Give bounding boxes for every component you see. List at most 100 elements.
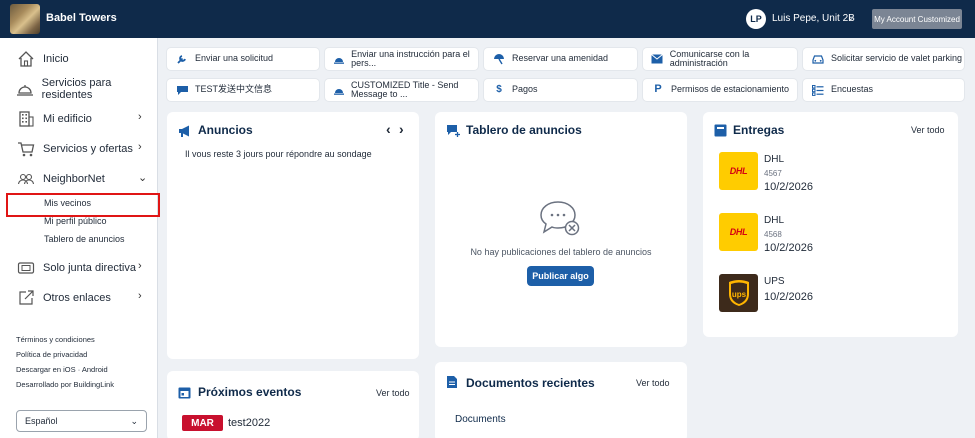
download-apps-link[interactable]: Descargar en iOS · Android (16, 365, 108, 374)
top-bar: Babel Towers LP Luis Pepe, Unit 2B ⌄ My … (0, 0, 975, 38)
list-icon (811, 84, 825, 96)
quick-action-label: Enviar una solicitud (195, 53, 274, 64)
no-posts-icon (538, 200, 582, 241)
sidebar-item-label: Inicio (43, 53, 69, 65)
chevron-right-icon[interactable]: › (399, 121, 404, 137)
announcement-text[interactable]: Il vous reste 3 jours pour répondre au s… (185, 149, 372, 159)
delivery-date: 10/2/2026 (764, 242, 813, 254)
sidebar-item-label: Servicios para residentes (41, 77, 112, 101)
quick-action-label: Reservar una amenidad (512, 53, 609, 64)
delivery-carrier[interactable]: DHL (764, 215, 784, 226)
sidebar-item-label: NeighborNet (43, 173, 105, 185)
chevron-right-icon[interactable]: › (138, 141, 142, 153)
umbrella-icon (492, 53, 506, 65)
announcements-card: Anuncios ‹ › Il vous reste 3 jours pour … (167, 112, 419, 359)
terms-link[interactable]: Términos y condiciones (16, 335, 95, 344)
chevron-down-icon[interactable]: ⌄ (847, 12, 855, 23)
quick-action-label: Encuestas (831, 84, 874, 95)
sidebar-item-inicio[interactable]: Inicio (16, 48, 69, 70)
quick-action-comunicarse[interactable]: Comunicarse con la administración (643, 48, 797, 70)
bulletin-board-card: Tablero de anuncios No hay publicaciones… (435, 112, 687, 347)
quick-action-encuestas[interactable]: Encuestas (803, 79, 964, 101)
quick-action-valet[interactable]: Solicitar servicio de valet parking (803, 48, 964, 70)
external-link-icon (16, 288, 36, 308)
sidebar-item-servicios-residentes[interactable]: Servicios para residentes (16, 77, 157, 101)
documents-title: Documentos recientes (466, 376, 595, 390)
no-posts-message: No hay publicaciones del tablero de anun… (470, 247, 652, 257)
sidebar-item-label: Mi edificio (43, 113, 92, 125)
events-card: Próximos eventos Ver todo MAR test2022 (167, 371, 419, 438)
announcements-title: Anuncios (198, 123, 253, 137)
language-select[interactable]: Español ⌄ (16, 410, 147, 432)
concierge-bell-icon (16, 79, 35, 99)
powered-by-link[interactable]: Desarrollado por BuildingLink (16, 380, 114, 389)
chat-icon (175, 85, 189, 96)
quick-action-pagos[interactable]: $ Pagos (484, 79, 637, 101)
documents-card: Documentos recientes Ver todo Documents (435, 362, 687, 438)
quick-action-label: TEST发送中文信息 (195, 84, 273, 95)
language-value: Español (25, 416, 58, 426)
quick-action-label: Permisos de estacionamiento (671, 84, 790, 95)
events-title: Próximos eventos (198, 385, 302, 399)
chevron-right-icon[interactable]: › (138, 111, 142, 123)
privacy-link[interactable]: Política de privacidad (16, 350, 87, 359)
delivery-tracking: 4567 (764, 169, 782, 178)
post-something-button[interactable]: Publicar algo (527, 266, 594, 286)
sidebar-subitem-mi-perfil[interactable]: Mi perfil público (44, 216, 107, 226)
sidebar-subitem-tablero[interactable]: Tablero de anuncios (44, 234, 125, 244)
user-avatar[interactable]: LP (746, 9, 766, 29)
wrench-icon (175, 53, 189, 65)
deliveries-see-all-link[interactable]: Ver todo (911, 125, 945, 135)
sidebar-item-servicios-ofertas[interactable]: Servicios y ofertas (16, 138, 133, 160)
sidebar-item-junta-directiva[interactable]: Solo junta directiva (16, 257, 136, 279)
quick-action-enviar-solicitud[interactable]: Enviar una solicitud (167, 48, 319, 70)
delivery-carrier[interactable]: DHL (764, 154, 784, 165)
quick-action-label: Pagos (512, 84, 538, 95)
events-see-all-link[interactable]: Ver todo (376, 388, 410, 398)
delivery-date: 10/2/2026 (764, 291, 813, 303)
sidebar-item-label: Servicios y ofertas (43, 143, 133, 155)
user-name[interactable]: Luis Pepe, Unit 2B (772, 13, 855, 24)
chevron-down-icon[interactable]: ⌄ (138, 171, 147, 184)
chevron-right-icon[interactable]: › (138, 290, 142, 302)
sidebar-item-mi-edificio[interactable]: Mi edificio (16, 108, 92, 130)
parking-icon: P (654, 83, 662, 96)
quick-action-permisos[interactable]: P Permisos de estacionamiento (643, 79, 797, 101)
calendar-icon (178, 386, 192, 400)
delivery-carrier[interactable]: UPS (764, 276, 785, 287)
delivery-tracking: 4568 (764, 230, 782, 239)
chat-add-icon (446, 124, 460, 138)
package-icon (714, 124, 728, 138)
my-account-button[interactable]: My Account Customized (872, 9, 962, 29)
dhl-logo: DHL (719, 152, 758, 190)
quick-action-label: Enviar una instrucción para el pers... (351, 48, 470, 68)
quick-action-test-chinese[interactable]: TEST发送中文信息 (167, 79, 319, 101)
sidebar: Inicio Servicios para residentes Mi edif… (0, 38, 158, 438)
document-category[interactable]: Documents (455, 414, 506, 425)
delivery-date: 10/2/2026 (764, 181, 813, 193)
deliveries-card: Entregas Ver todo DHL DHL 4567 10/2/2026… (703, 112, 958, 337)
chevron-left-icon[interactable]: ‹ (386, 121, 391, 137)
folder-icon (16, 258, 36, 278)
megaphone-icon (178, 124, 192, 138)
building-name[interactable]: Babel Towers (46, 12, 117, 24)
sidebar-item-otros-enlaces[interactable]: Otros enlaces (16, 287, 111, 309)
svg-text:ups: ups (731, 290, 746, 299)
deliveries-title: Entregas (733, 123, 785, 137)
cart-icon (16, 139, 36, 159)
chevron-down-icon: ⌄ (130, 415, 138, 426)
chevron-right-icon[interactable]: › (138, 260, 142, 272)
quick-action-customized[interactable]: CUSTOMIZED Title - Send Message to ... (325, 79, 478, 101)
quick-action-instruccion[interactable]: Enviar una instrucción para el pers... (325, 48, 478, 70)
dhl-logo: DHL (719, 213, 758, 251)
sidebar-item-label: Otros enlaces (43, 292, 111, 304)
building-icon (16, 109, 36, 129)
sidebar-item-neighbornet[interactable]: NeighborNet (16, 168, 105, 190)
quick-action-reservar[interactable]: Reservar una amenidad (484, 48, 637, 70)
documents-see-all-link[interactable]: Ver todo (636, 378, 670, 388)
event-name[interactable]: test2022 (228, 417, 270, 429)
quick-action-label: Comunicarse con la administración (669, 48, 750, 68)
ups-logo: ups (719, 274, 758, 312)
event-month-badge: MAR (182, 415, 223, 431)
building-photo[interactable] (10, 4, 40, 34)
